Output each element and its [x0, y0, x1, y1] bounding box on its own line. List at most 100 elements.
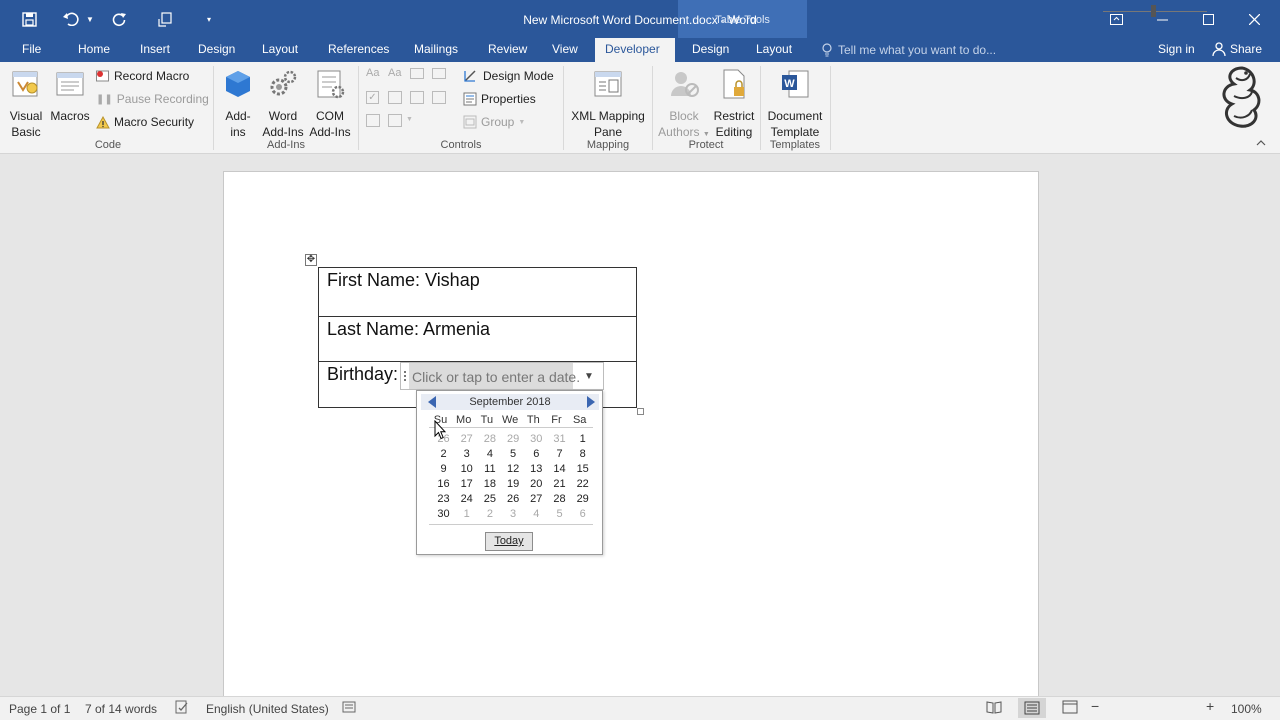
content-control-grip-icon[interactable] [401, 363, 409, 389]
calendar-date-cell[interactable]: 6 [571, 507, 594, 522]
plain-text-control-icon[interactable]: Aa [388, 67, 401, 79]
restrict-editing-button[interactable]: Restrict Editing [710, 68, 758, 140]
tab-review[interactable]: Review [478, 38, 537, 62]
table-row[interactable]: First Name: Vishap [319, 268, 636, 317]
xml-mapping-pane-button[interactable]: XML Mapping Pane [566, 68, 650, 140]
pause-recording-button[interactable]: ❚❚ Pause Recording [96, 89, 209, 109]
tab-layout[interactable]: Layout [252, 38, 308, 62]
table-row[interactable]: Last Name: Armenia [319, 317, 636, 362]
calendar-date-cell[interactable]: 15 [571, 462, 594, 477]
web-layout-icon[interactable] [1062, 700, 1078, 717]
calendar-date-cell[interactable]: 1 [571, 432, 594, 447]
table-move-handle-icon[interactable]: ✥ [305, 254, 317, 266]
calendar-date-cell[interactable]: 11 [478, 462, 501, 477]
calendar-date-cell[interactable]: 16 [432, 477, 455, 492]
proofing-icon[interactable] [175, 700, 189, 717]
properties-button[interactable]: Properties [463, 89, 536, 109]
calendar-date-cell[interactable]: 2 [432, 447, 455, 462]
calendar-date-cell[interactable]: 22 [571, 477, 594, 492]
word-count[interactable]: 7 of 14 words [85, 702, 157, 716]
zoom-out-icon[interactable]: − [1091, 698, 1099, 714]
calendar-date-cell[interactable]: 7 [548, 447, 571, 462]
previous-month-arrow-icon[interactable] [428, 396, 436, 408]
drop-down-list-control-icon[interactable] [410, 91, 424, 104]
legacy-tools-dropdown-icon[interactable]: ▼ [406, 116, 413, 123]
document-template-button[interactable]: W Document Template [764, 68, 826, 140]
close-icon[interactable] [1240, 6, 1268, 32]
calendar-date-cell[interactable]: 3 [455, 447, 478, 462]
sign-in-link[interactable]: Sign in [1158, 42, 1195, 56]
calendar-date-cell[interactable]: 5 [502, 447, 525, 462]
calendar-date-cell[interactable]: 4 [525, 507, 548, 522]
rich-text-control-icon[interactable]: Aa [366, 67, 379, 79]
save-icon[interactable] [18, 8, 40, 30]
tell-me-search[interactable]: Tell me what you want to do... [822, 41, 996, 59]
today-button[interactable]: Today [485, 532, 533, 551]
word-add-ins-button[interactable]: Word Add-Ins [260, 68, 306, 140]
tab-developer[interactable]: Developer [595, 38, 675, 62]
calendar-date-cell[interactable]: 24 [455, 492, 478, 507]
calendar-date-cell[interactable]: 28 [478, 432, 501, 447]
calendar-date-cell[interactable]: 30 [432, 507, 455, 522]
language-indicator[interactable]: English (United States) [206, 702, 329, 716]
calendar-date-cell[interactable]: 23 [432, 492, 455, 507]
combo-box-control-icon[interactable] [388, 91, 402, 104]
calendar-date-cell[interactable]: 20 [525, 477, 548, 492]
repeating-section-control-icon[interactable] [366, 114, 380, 127]
calendar-date-cell[interactable]: 8 [571, 447, 594, 462]
date-placeholder-text[interactable]: Click or tap to enter a date. [409, 363, 580, 389]
redo-icon[interactable] [108, 8, 130, 30]
add-ins-button[interactable]: Add- ins [220, 68, 256, 140]
calendar-date-cell[interactable]: 5 [548, 507, 571, 522]
macro-security-button[interactable]: Macro Security [96, 112, 194, 132]
zoom-in-icon[interactable]: + [1206, 698, 1214, 714]
maximize-icon[interactable] [1194, 6, 1222, 32]
calendar-date-cell[interactable]: 1 [455, 507, 478, 522]
touch-mode-icon[interactable] [154, 8, 176, 30]
calendar-date-cell[interactable]: 17 [455, 477, 478, 492]
macro-recording-icon[interactable] [342, 700, 356, 717]
calendar-date-cell[interactable]: 2 [478, 507, 501, 522]
tab-table-design[interactable]: Design [682, 38, 739, 62]
tab-view[interactable]: View [542, 38, 588, 62]
calendar-date-cell[interactable]: 25 [478, 492, 501, 507]
ribbon-display-options-icon[interactable] [1102, 6, 1130, 32]
visual-basic-button[interactable]: Visual Basic [6, 68, 46, 140]
calendar-date-cell[interactable]: 14 [548, 462, 571, 477]
zoom-slider-thumb[interactable] [1151, 5, 1156, 17]
read-mode-icon[interactable] [986, 700, 1002, 717]
collapse-ribbon-icon[interactable] [1256, 139, 1270, 151]
macros-button[interactable]: Macros [50, 68, 90, 124]
calendar-date-cell[interactable]: 4 [478, 447, 501, 462]
calendar-date-cell[interactable]: 19 [502, 477, 525, 492]
print-layout-icon[interactable] [1018, 698, 1046, 718]
calendar-date-cell[interactable]: 21 [548, 477, 571, 492]
document-page[interactable] [223, 171, 1039, 701]
next-month-arrow-icon[interactable] [587, 396, 595, 408]
tab-mailings[interactable]: Mailings [404, 38, 468, 62]
picture-control-icon[interactable] [410, 68, 424, 79]
com-add-ins-button[interactable]: COM Add-Ins [306, 68, 354, 140]
tab-home[interactable]: Home [68, 38, 120, 62]
block-authors-button[interactable]: Block Authors ▼ [656, 68, 712, 143]
customize-qat-icon[interactable]: ▾ [202, 8, 216, 30]
tab-insert[interactable]: Insert [130, 38, 180, 62]
page-count[interactable]: Page 1 of 1 [9, 702, 70, 716]
calendar-date-cell[interactable]: 10 [455, 462, 478, 477]
undo-dropdown-icon[interactable]: ▼ [84, 8, 96, 30]
undo-icon[interactable] [60, 8, 82, 30]
date-picker-control[interactable]: Click or tap to enter a date. ▼ [400, 362, 604, 390]
calendar-date-cell[interactable]: 29 [502, 432, 525, 447]
calendar-date-cell[interactable]: 9 [432, 462, 455, 477]
calendar-date-cell[interactable]: 28 [548, 492, 571, 507]
checkbox-control-icon[interactable]: ✓ [366, 91, 379, 104]
calendar-date-cell[interactable]: 30 [525, 432, 548, 447]
calendar-date-cell[interactable]: 31 [548, 432, 571, 447]
calendar-date-cell[interactable]: 3 [502, 507, 525, 522]
calendar-date-cell[interactable]: 27 [455, 432, 478, 447]
record-macro-button[interactable]: Record Macro [96, 66, 189, 86]
calendar-date-cell[interactable]: 12 [502, 462, 525, 477]
date-picker-control-icon[interactable] [432, 91, 446, 104]
tab-design[interactable]: Design [188, 38, 245, 62]
calendar-date-cell[interactable]: 27 [525, 492, 548, 507]
